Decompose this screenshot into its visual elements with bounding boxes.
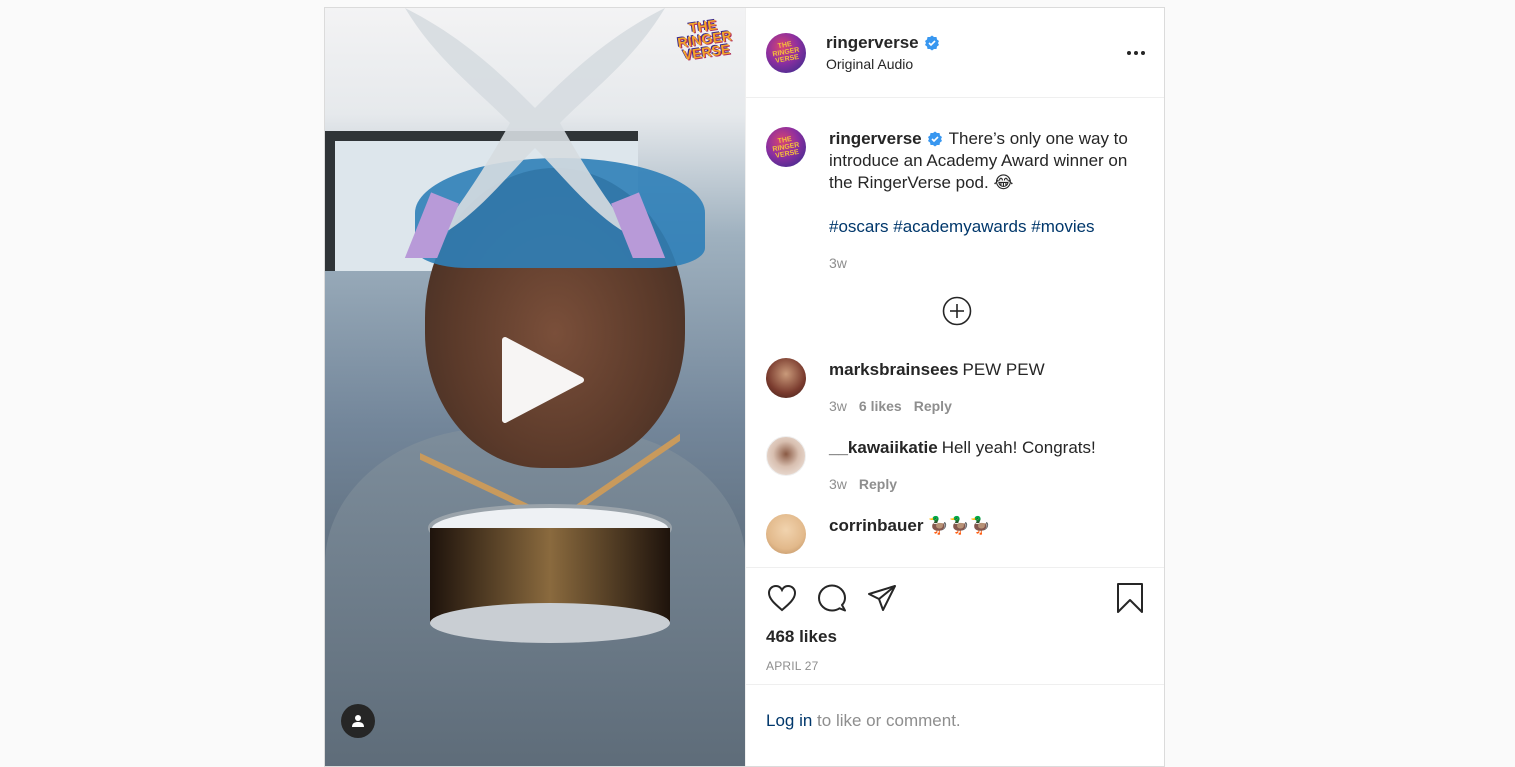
- login-prompt: Log in to like or comment.: [746, 684, 1164, 757]
- hashtag-link[interactable]: #oscars: [829, 217, 889, 236]
- drum-effect: [420, 433, 680, 643]
- hashtag-link[interactable]: #movies: [1031, 217, 1094, 236]
- comment-text: 🦆🦆🦆: [927, 516, 991, 535]
- like-button[interactable]: [766, 582, 798, 614]
- reply-button[interactable]: Reply: [859, 476, 897, 492]
- tagged-users-button[interactable]: [341, 704, 375, 738]
- load-more-comments-button[interactable]: [766, 296, 1148, 326]
- more-horizontal-icon: [1127, 50, 1145, 55]
- heart-icon: [767, 584, 797, 612]
- hashtag-link[interactable]: #academyawards: [893, 217, 1026, 236]
- login-prompt-text: to like or comment.: [812, 711, 961, 730]
- caption-avatar[interactable]: THE RINGER VERSE: [766, 127, 806, 167]
- paper-plane-icon: [868, 585, 896, 611]
- caption-age[interactable]: 3w: [829, 252, 1148, 274]
- commenter-avatar[interactable]: [766, 436, 806, 476]
- caption-username[interactable]: ringerverse: [829, 128, 943, 150]
- author-username[interactable]: ringerverse: [826, 33, 940, 53]
- post-actions: 468 likes APRIL 27: [746, 567, 1164, 673]
- post-container: THE RINGER VERSE THE RINGER VERSE ringer…: [324, 7, 1165, 767]
- audio-label[interactable]: Original Audio: [826, 56, 1124, 72]
- comment-text: Hell yeah! Congrats!: [941, 438, 1096, 457]
- comment: corrinbauer 🦆🦆🦆: [766, 514, 1148, 554]
- comments-scroll-area[interactable]: THE RINGER VERSE ringerverse There’s onl…: [746, 98, 1164, 568]
- avatar[interactable]: THE RINGER VERSE: [766, 32, 806, 73]
- post-side-panel: THE RINGER VERSE ringerverse Original Au…: [745, 8, 1164, 766]
- commenter-username[interactable]: corrinbauer: [829, 516, 923, 535]
- share-button[interactable]: [866, 582, 898, 614]
- commenter-avatar[interactable]: [766, 358, 806, 398]
- comment: __kawaiikatie Hell yeah! Congrats! 3w Rep…: [766, 436, 1148, 492]
- plus-circle-icon: [942, 296, 972, 326]
- commenter-username[interactable]: __kawaiikatie: [829, 438, 938, 457]
- likes-count[interactable]: 468 likes: [766, 627, 1146, 647]
- commenter-username[interactable]: marksbrainsees: [829, 360, 958, 379]
- comment-icon: [818, 584, 846, 612]
- video-media[interactable]: THE RINGER VERSE: [325, 8, 745, 766]
- comment-likes[interactable]: 6 likes: [859, 398, 902, 414]
- save-button[interactable]: [1114, 582, 1146, 614]
- verified-badge-icon: [927, 131, 942, 147]
- caption-hashtags: #oscars #academyawards #movies: [829, 216, 1148, 238]
- play-icon[interactable]: [493, 332, 589, 428]
- comment: marksbrainsees PEW PEW 3w 6 likes Reply: [766, 358, 1148, 414]
- verified-badge-icon: [924, 35, 939, 51]
- reply-button[interactable]: Reply: [914, 398, 952, 414]
- comment-age[interactable]: 3w: [829, 476, 847, 492]
- user-icon: [352, 715, 364, 727]
- caption: THE RINGER VERSE ringerverse There’s onl…: [766, 98, 1148, 274]
- post-header: THE RINGER VERSE ringerverse Original Au…: [746, 8, 1164, 98]
- login-link[interactable]: Log in: [766, 711, 812, 730]
- more-options-button[interactable]: [1124, 41, 1148, 65]
- bookmark-icon: [1117, 583, 1143, 613]
- comment-text: PEW PEW: [962, 360, 1045, 379]
- commenter-avatar[interactable]: [766, 514, 806, 554]
- comment-button[interactable]: [816, 582, 848, 614]
- comment-age[interactable]: 3w: [829, 398, 847, 414]
- post-date[interactable]: APRIL 27: [766, 659, 1146, 673]
- water-splash-effect: [404, 8, 666, 258]
- ringerverse-logo: THE RINGER VERSE: [676, 16, 733, 64]
